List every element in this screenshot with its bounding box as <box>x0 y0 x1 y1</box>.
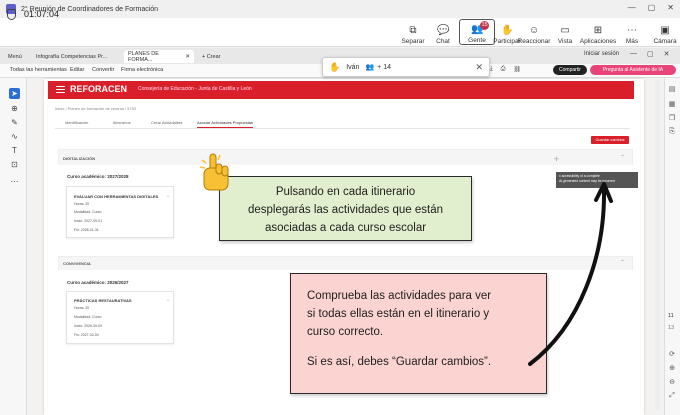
refresh-icon[interactable]: ⟳ <box>667 350 677 360</box>
apps-button[interactable]: ⊞ Aplicaciones <box>580 19 617 46</box>
hamburger-menu-icon[interactable] <box>56 86 65 93</box>
zoom-in-icon[interactable]: ⊕ <box>667 364 677 374</box>
activity-hours: Horas: 20 <box>74 306 90 310</box>
menu-all-tools[interactable]: Todas las herramientas <box>10 67 67 73</box>
menu-convert[interactable]: Convertir <box>92 67 114 73</box>
people-icon: 👥 <box>365 64 375 71</box>
activity-modality: Modalidad: Curso <box>74 315 102 319</box>
raised-hand-popup[interactable]: ✋ Iván 👥 + 14 ✕ <box>322 57 490 77</box>
participants-count-badge: 15 <box>480 21 489 30</box>
chevron-up-icon[interactable]: ⌃ <box>620 154 625 161</box>
fit-page-icon[interactable]: ⤢ <box>667 392 677 402</box>
bookmark-icon[interactable]: ❐ <box>667 114 677 124</box>
chat-icon: 💬 <box>437 25 450 36</box>
tab-infografia[interactable]: Infografía Competencias Pr... <box>32 50 122 63</box>
chevron-up-icon[interactable]: ⌃ <box>620 259 625 266</box>
activity-hours: Horas: 20 <box>74 202 90 206</box>
doc-actions: ⤓ ⎙ ⛓ <box>490 66 521 73</box>
hand-icon: ✋ <box>501 25 514 36</box>
total-pages: 13 <box>668 325 675 331</box>
current-page-number[interactable]: 11 <box>668 313 674 319</box>
view-icon: ▭ <box>560 25 570 36</box>
camera-icon: ▣ <box>660 25 670 36</box>
maximize-icon[interactable]: ▢ <box>648 3 656 12</box>
left-tool-sidebar <box>0 78 27 415</box>
card-chevron-icon[interactable]: ⌄ <box>166 193 170 199</box>
section-heading[interactable]: DIGITALIZACIÓN <box>63 156 95 161</box>
apps-icon: ⊞ <box>593 25 603 36</box>
close-tab-icon[interactable]: ✕ <box>185 54 190 60</box>
menu-edit[interactable]: Editar <box>70 67 84 73</box>
minimize-icon[interactable]: — <box>628 3 636 12</box>
signin-link[interactable]: Iniciar sesión <box>584 51 619 57</box>
card-chevron-icon[interactable]: ⌄ <box>166 297 170 303</box>
tab-menu[interactable]: Menú <box>4 50 26 63</box>
site-subtitle: Consejería de Educación - Junta de Casti… <box>138 86 252 92</box>
stamp-tool-icon[interactable]: ⊡ <box>9 159 20 170</box>
maximize-icon[interactable]: ▢ <box>647 50 654 58</box>
shield-icon <box>7 9 16 20</box>
participant-name: Iván <box>346 63 360 71</box>
site-brand: REFORACEN <box>70 84 128 94</box>
cursor-crosshair-icon: ✛ <box>554 157 560 163</box>
instruction-note-pink: Comprueba las actividades para ver si to… <box>290 273 547 394</box>
curved-arrow-icon <box>528 182 613 366</box>
activity-title: EVALUAR CON HERRAMIENTAS DIGITALES <box>74 194 159 199</box>
academic-year: Curso académico: 2027/2028 <box>67 174 129 179</box>
zoom-tool-icon[interactable]: ⊕ <box>9 103 20 114</box>
instruction-note-green: Pulsando en cada itinerario desplegarás … <box>219 176 472 241</box>
new-tab-button[interactable]: + Crear <box>198 50 225 63</box>
tabs-divider <box>55 128 630 129</box>
view-button[interactable]: ▭ Vista <box>547 19 583 46</box>
activity-end: Fin: 2027-02-04 <box>74 333 99 337</box>
share-link-icon[interactable]: ⛓ <box>513 66 521 73</box>
close-icon[interactable]: ✕ <box>475 62 483 73</box>
tab-crear-actividades[interactable]: Crear Actividades <box>151 120 182 125</box>
ai-assistant-button[interactable]: Pregunta al Asistente de IA <box>590 65 676 75</box>
more-button[interactable]: ⋯ Más <box>614 19 650 46</box>
share-button[interactable]: Compartir <box>553 65 587 75</box>
save-icon[interactable]: ⤓ <box>490 66 493 73</box>
smiley-icon: ☺ <box>528 25 540 36</box>
tab-identificacion[interactable]: Identificación <box>65 120 88 125</box>
pen-tool-icon[interactable]: ✎ <box>9 117 20 128</box>
print-icon[interactable]: ⎙ <box>501 66 506 73</box>
zoom-out-icon[interactable]: ⊖ <box>667 378 677 388</box>
close-icon[interactable]: ✕ <box>664 50 670 58</box>
thumbnails-icon[interactable]: ▦ <box>667 100 677 110</box>
site-header <box>48 81 634 99</box>
pointing-hand-icon <box>199 153 229 191</box>
window-titlebar: 2° Reunión de Coordinadores de Formación… <box>0 0 680 18</box>
meeting-timer: 01:07:04 <box>24 9 60 19</box>
text-tool-icon[interactable]: T <box>9 145 20 156</box>
tab-itinerarios[interactable]: Itinerarios <box>113 120 131 125</box>
menu-esign[interactable]: Firma electrónica <box>121 67 163 73</box>
activity-modality: Modalidad: Curso <box>74 210 102 214</box>
activity-end: Fin: 2028-01-31 <box>74 228 99 232</box>
attachments-icon[interactable]: ⎘ <box>667 128 677 138</box>
breadcrumb: Inicio / Planes de formación de centros … <box>55 106 137 111</box>
select-tool-icon[interactable]: ➤ <box>9 88 20 99</box>
draw-tool-icon[interactable]: ∿ <box>9 131 20 142</box>
academic-year: Curso académico: 2026/2027 <box>67 280 129 285</box>
activity-start: Inicio: 2027-09-01 <box>74 219 103 223</box>
activity-title: PRÁCTICAS RESTAURATIVAS <box>74 298 132 303</box>
section-heading[interactable]: CONVIVENCIA <box>63 261 91 266</box>
more-icon: ⋯ <box>627 25 637 36</box>
close-icon[interactable]: ✕ <box>667 3 674 12</box>
tab-asociar-actividades[interactable]: Asociar Actividades Propuestas <box>197 120 254 128</box>
chat-button[interactable]: 💬 Chat <box>425 19 461 46</box>
more-tools-icon[interactable]: ⋯ <box>9 176 20 187</box>
save-changes-button[interactable]: Guardar cambios <box>591 136 629 144</box>
comment-icon[interactable]: ▤ <box>667 85 677 95</box>
popout-icon: ⧉ <box>409 25 417 36</box>
raised-hand-icon: ✋ <box>329 61 341 72</box>
browser-window-controls: — ▢ ✕ <box>630 50 670 58</box>
document-scrollbar[interactable] <box>655 80 660 410</box>
more-participants: + 14 <box>377 63 391 71</box>
activity-start: Inicio: 2026-09-09 <box>74 324 103 328</box>
camera-button[interactable]: ▣ Cámara <box>650 19 680 46</box>
tab-planes[interactable]: PLANES DE FORMA... ✕ <box>124 50 194 63</box>
minimize-icon[interactable]: — <box>630 50 637 58</box>
